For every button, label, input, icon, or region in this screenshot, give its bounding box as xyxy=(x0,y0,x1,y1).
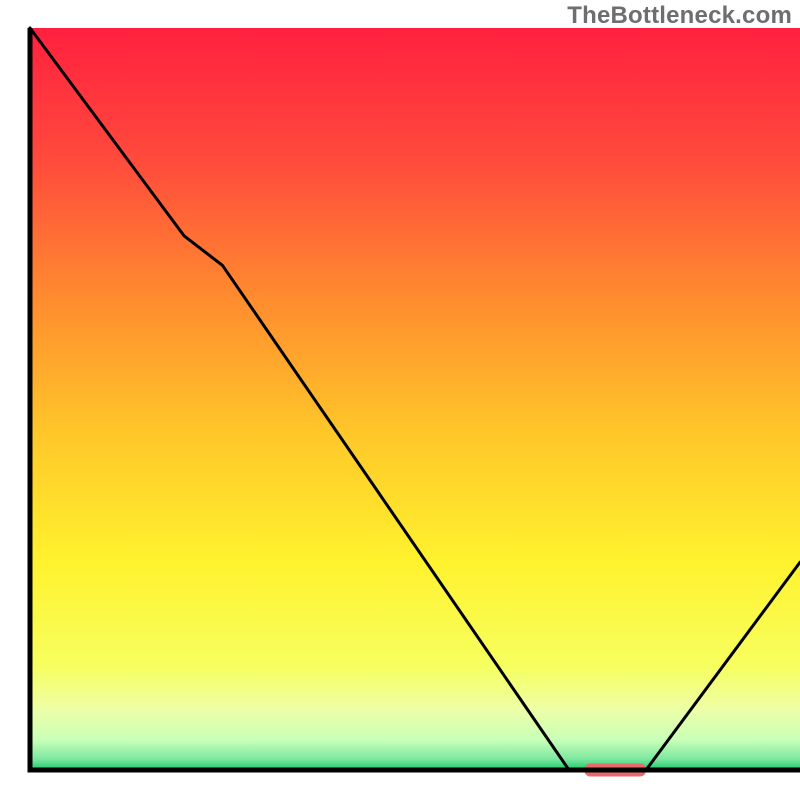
gradient-background xyxy=(30,28,800,770)
chart-container: TheBottleneck.com xyxy=(0,0,800,800)
watermark-text: TheBottleneck.com xyxy=(567,2,792,30)
bottleneck-chart xyxy=(0,0,800,800)
